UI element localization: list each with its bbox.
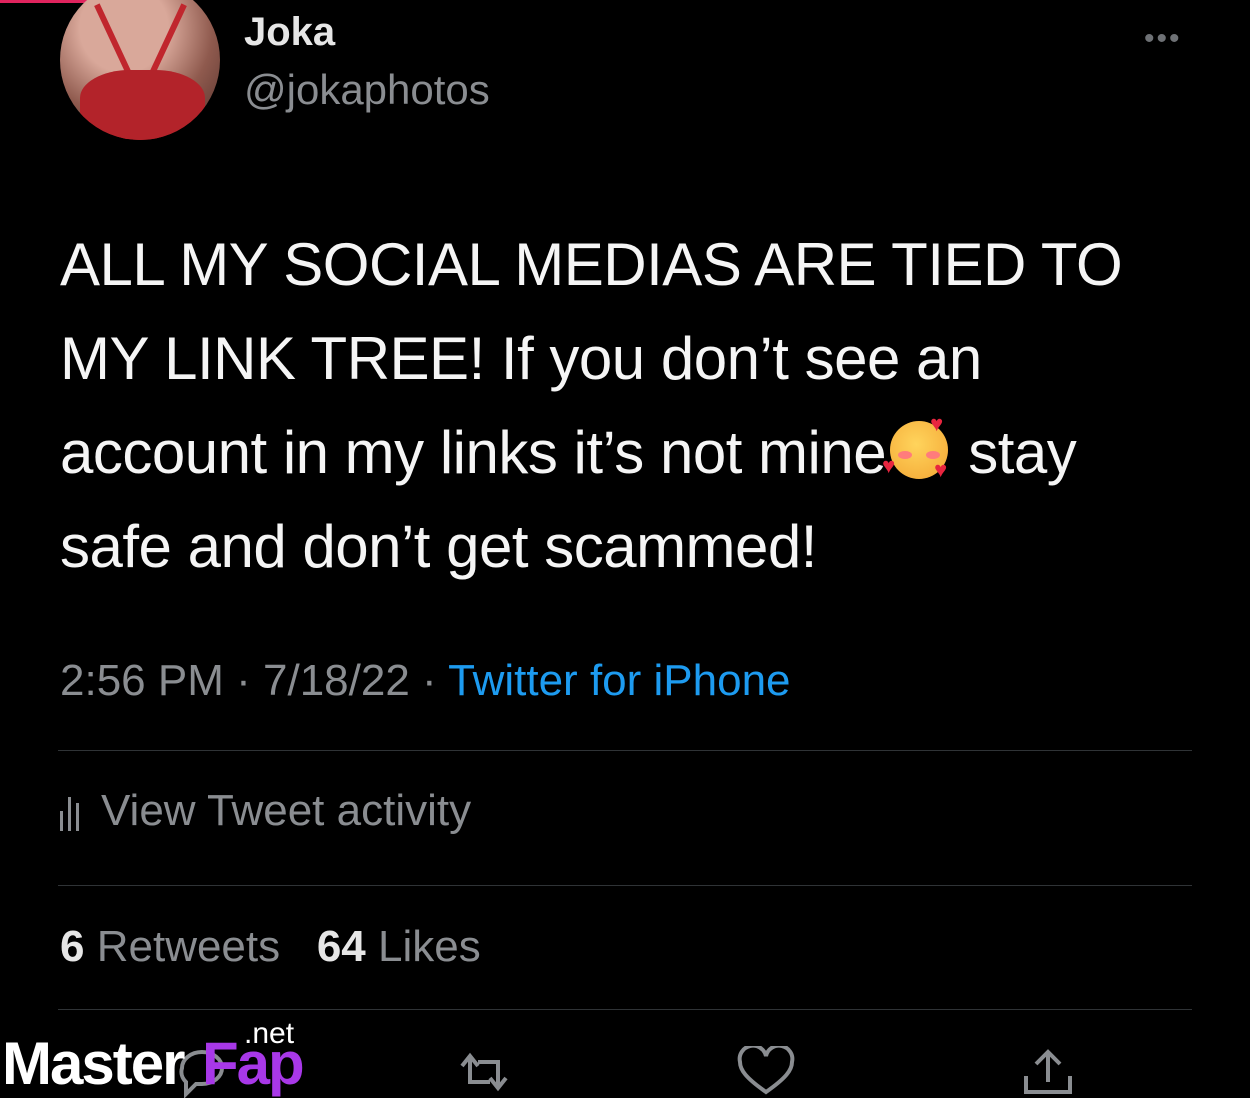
tweet-date: 7/18/22 (263, 656, 410, 705)
more-options-icon[interactable]: ••• (1144, 22, 1182, 56)
avatar-detail (80, 70, 205, 140)
retweets-count: 6 (60, 922, 85, 971)
user-handle[interactable]: @jokaphotos (244, 66, 490, 114)
divider (58, 750, 1192, 751)
likes-label: Likes (378, 922, 481, 971)
share-icon[interactable] (1018, 1046, 1078, 1098)
like-icon[interactable] (736, 1046, 796, 1098)
analytics-icon (60, 791, 79, 831)
action-bar (0, 1040, 1250, 1098)
likes-count: 64 (316, 922, 366, 971)
tweet-metadata: 2:56 PM · 7/18/22 · Twitter for iPhone (60, 656, 791, 706)
view-tweet-activity-button[interactable]: View Tweet activity (60, 786, 471, 836)
tweet-time: 2:56 PM (60, 656, 224, 705)
tweet-source-link[interactable]: Twitter for iPhone (448, 656, 790, 705)
likes-link[interactable]: 64 Likes (317, 922, 481, 971)
avatar[interactable] (60, 0, 220, 140)
watermark-text-a: Master (2, 1030, 185, 1097)
divider (58, 885, 1192, 886)
watermark-tld: .net (244, 1017, 295, 1050)
retweets-label: Retweets (96, 922, 281, 971)
smiling-face-with-hearts-icon: ♥ ♥ ♥ (882, 411, 949, 482)
view-tweet-activity-label: View Tweet activity (101, 786, 472, 835)
separator: · (422, 656, 437, 705)
tweet-text: ALL MY SOCIAL MEDIAS ARE TIED TO MY LINK… (60, 218, 1200, 594)
divider (58, 1009, 1192, 1010)
retweets-link[interactable]: 6 Retweets (60, 922, 280, 971)
display-name[interactable]: Joka (244, 10, 335, 55)
retweet-icon[interactable] (452, 1046, 516, 1098)
engagement-stats: 6 Retweets 64 Likes (60, 922, 481, 972)
separator: · (236, 656, 251, 705)
